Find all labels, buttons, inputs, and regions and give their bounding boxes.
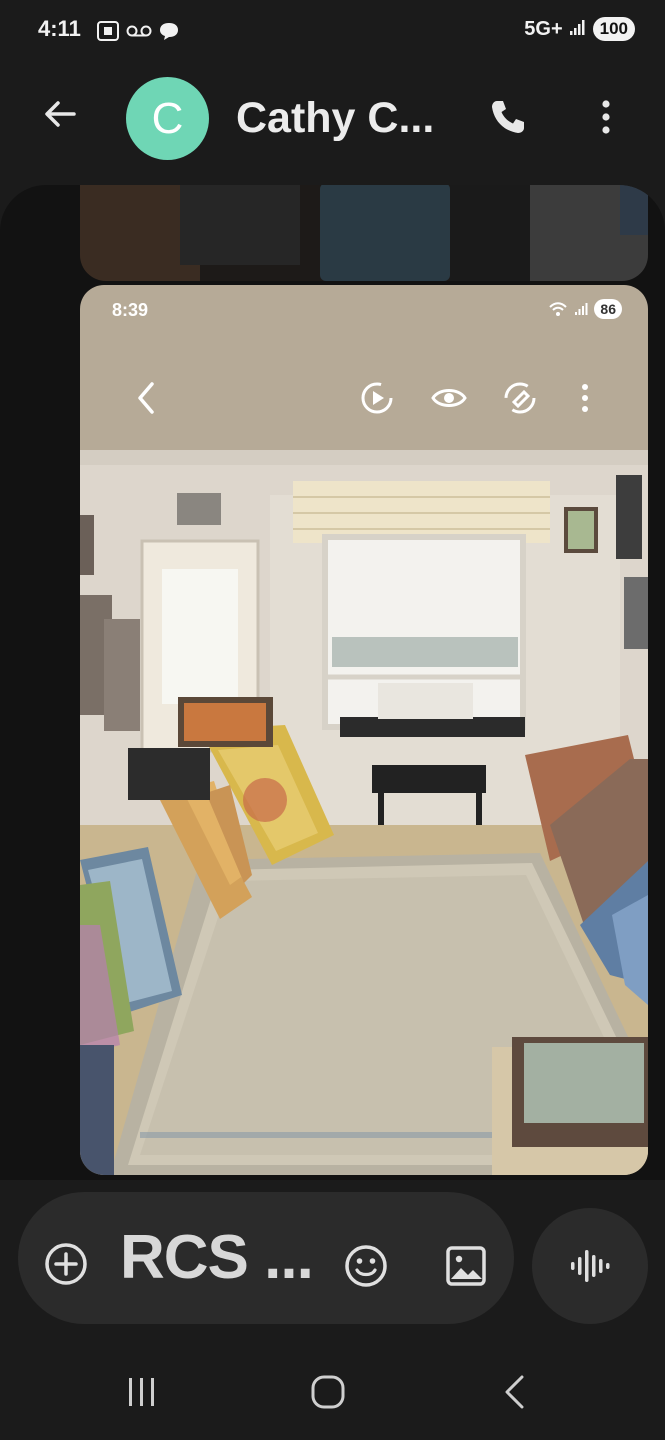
more-options-button[interactable] (584, 95, 628, 143)
navigation-bar (0, 1340, 665, 1440)
status-notification-icons (96, 20, 180, 47)
screenshot-icon (96, 20, 120, 47)
motion-play-icon (359, 380, 395, 416)
arrow-left-icon (42, 96, 78, 137)
recent-apps-button[interactable] (112, 1370, 172, 1414)
signal-icon (574, 302, 588, 316)
emoji-icon (345, 1245, 387, 1287)
plus-circle-icon (45, 1243, 87, 1285)
chevron-left-icon (134, 380, 158, 416)
waveform-icon (571, 1250, 610, 1282)
chat-bubble-icon (158, 21, 180, 46)
message-composer: RCS ... (18, 1192, 514, 1324)
emoji-button[interactable] (342, 1242, 390, 1290)
previous-image-message[interactable] (80, 185, 648, 281)
battery-badge: 100 (592, 17, 635, 41)
call-button[interactable] (484, 95, 532, 143)
signal-icon (569, 18, 587, 41)
status-bar: 4:11 5G+ 100 (0, 0, 665, 62)
home-button[interactable] (298, 1370, 358, 1414)
wifi-icon (548, 301, 568, 317)
add-attachment-button[interactable] (42, 1240, 90, 1288)
more-vert-icon (580, 380, 590, 416)
avatar-letter: C (151, 93, 184, 143)
message-input[interactable]: RCS ... (120, 1222, 314, 1293)
embedded-toolbar (80, 380, 648, 420)
home-icon (311, 1375, 345, 1409)
phone-icon (488, 97, 528, 142)
eye-icon (430, 380, 468, 416)
image-message[interactable]: 8:39 86 (80, 285, 648, 1175)
remaster-icon (502, 380, 538, 416)
status-right: 5G+ 100 (524, 17, 635, 41)
more-vert-icon (601, 99, 611, 140)
voice-message-button[interactable] (532, 1208, 648, 1324)
system-back-button[interactable] (484, 1370, 544, 1414)
embedded-status-right: 86 (548, 299, 622, 319)
embedded-battery: 86 (594, 299, 622, 319)
chevron-left-icon (505, 1375, 524, 1409)
network-label: 5G+ (524, 17, 563, 40)
embedded-status-time: 8:39 (112, 300, 149, 320)
image-icon (446, 1246, 486, 1286)
gallery-button[interactable] (442, 1242, 490, 1290)
recent-apps-icon (129, 1378, 154, 1406)
conversation-area[interactable]: 8:39 86 (0, 185, 665, 1180)
conversation-header: C Cathy C... (0, 62, 665, 176)
status-time: 4:11 (38, 16, 81, 41)
back-button[interactable] (36, 92, 84, 140)
avatar[interactable]: C (126, 77, 209, 160)
previous-photo (80, 185, 648, 281)
contact-name[interactable]: Cathy C... (236, 94, 434, 143)
voicemail-icon (126, 23, 152, 44)
messages-screen: 4:11 5G+ 100 C Cathy C... 8:39 86 RCS ..… (0, 0, 665, 1440)
